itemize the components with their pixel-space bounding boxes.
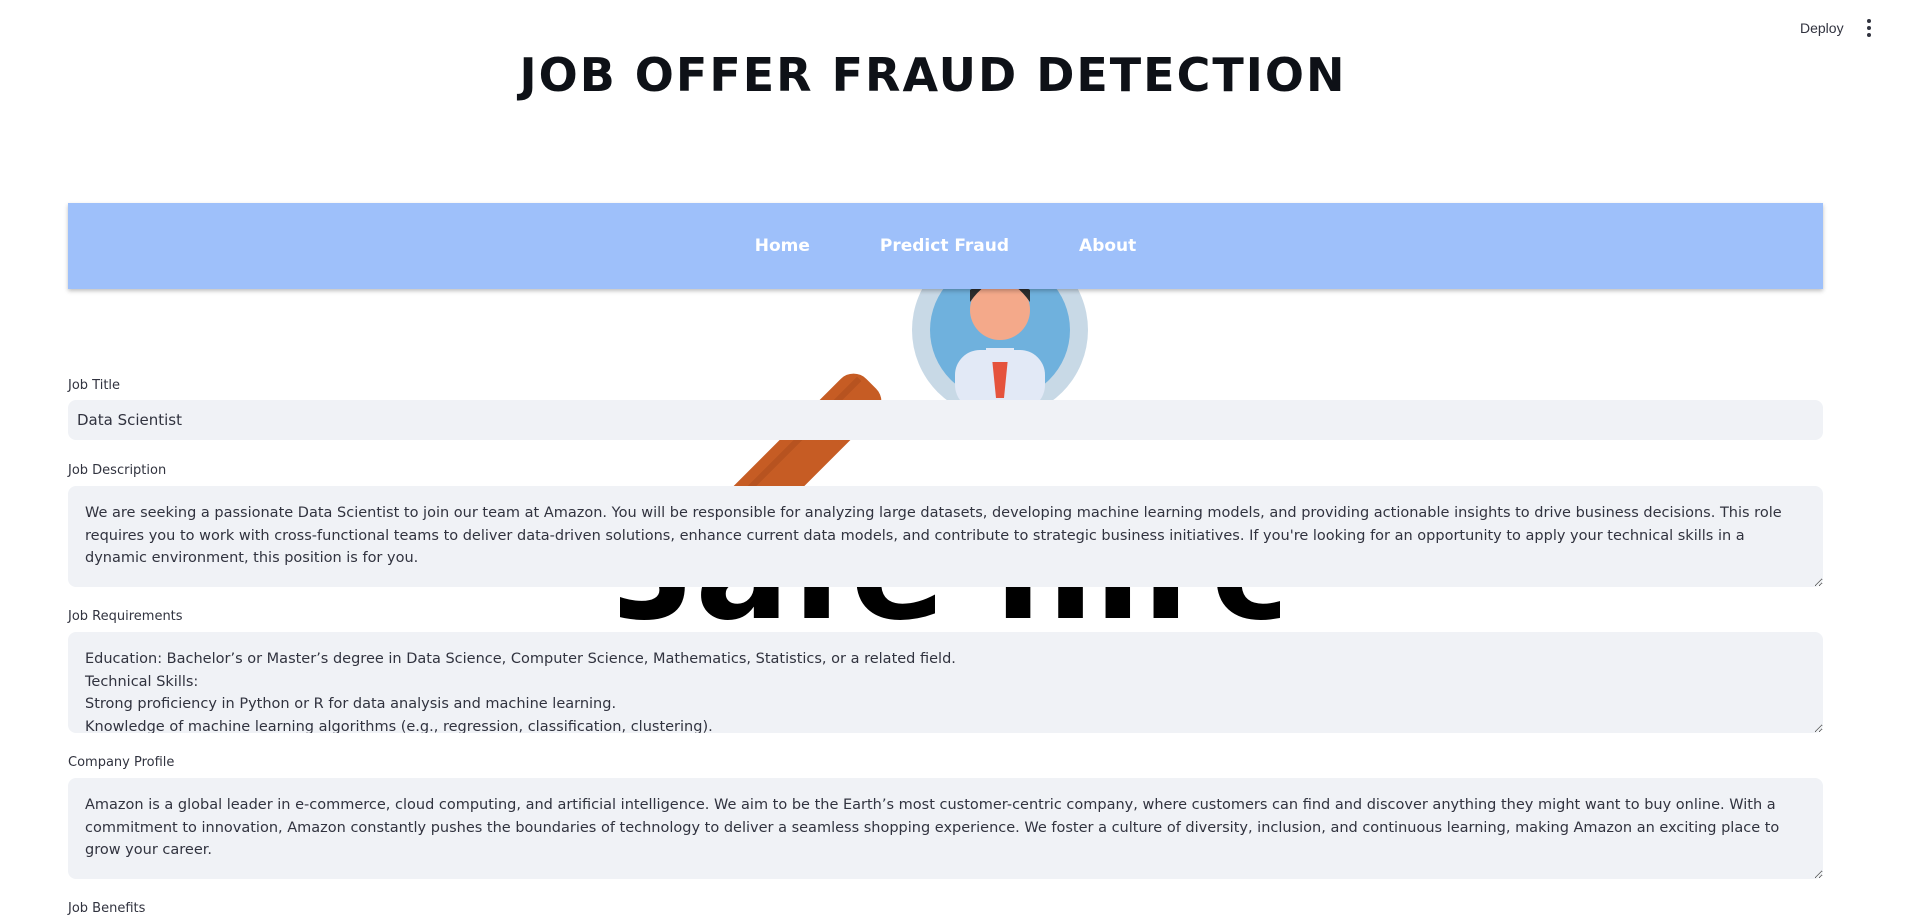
- nav-home[interactable]: Home: [755, 236, 810, 256]
- job-title-input[interactable]: [68, 400, 1823, 440]
- vertical-ellipsis-icon[interactable]: [1862, 16, 1876, 40]
- deploy-button[interactable]: Deploy: [1800, 20, 1844, 36]
- company-profile-textarea[interactable]: Amazon is a global leader in e-commerce,…: [68, 778, 1823, 879]
- job-requirements-textarea[interactable]: Education: Bachelor’s or Master’s degree…: [68, 632, 1823, 733]
- job-title-label: Job Title: [68, 378, 121, 393]
- company-profile-label: Company Profile: [68, 755, 175, 770]
- page-title: JOB OFFER FRAUD DETECTION: [519, 48, 1347, 102]
- nav-about[interactable]: About: [1079, 236, 1136, 256]
- nav-predict-fraud[interactable]: Predict Fraud: [880, 236, 1009, 256]
- navbar: Home Predict Fraud About: [68, 203, 1823, 289]
- job-requirements-label: Job Requirements: [68, 609, 183, 624]
- job-description-label: Job Description: [68, 463, 167, 478]
- job-description-textarea[interactable]: We are seeking a passionate Data Scienti…: [68, 486, 1823, 587]
- job-benefits-label: Job Benefits: [68, 901, 146, 916]
